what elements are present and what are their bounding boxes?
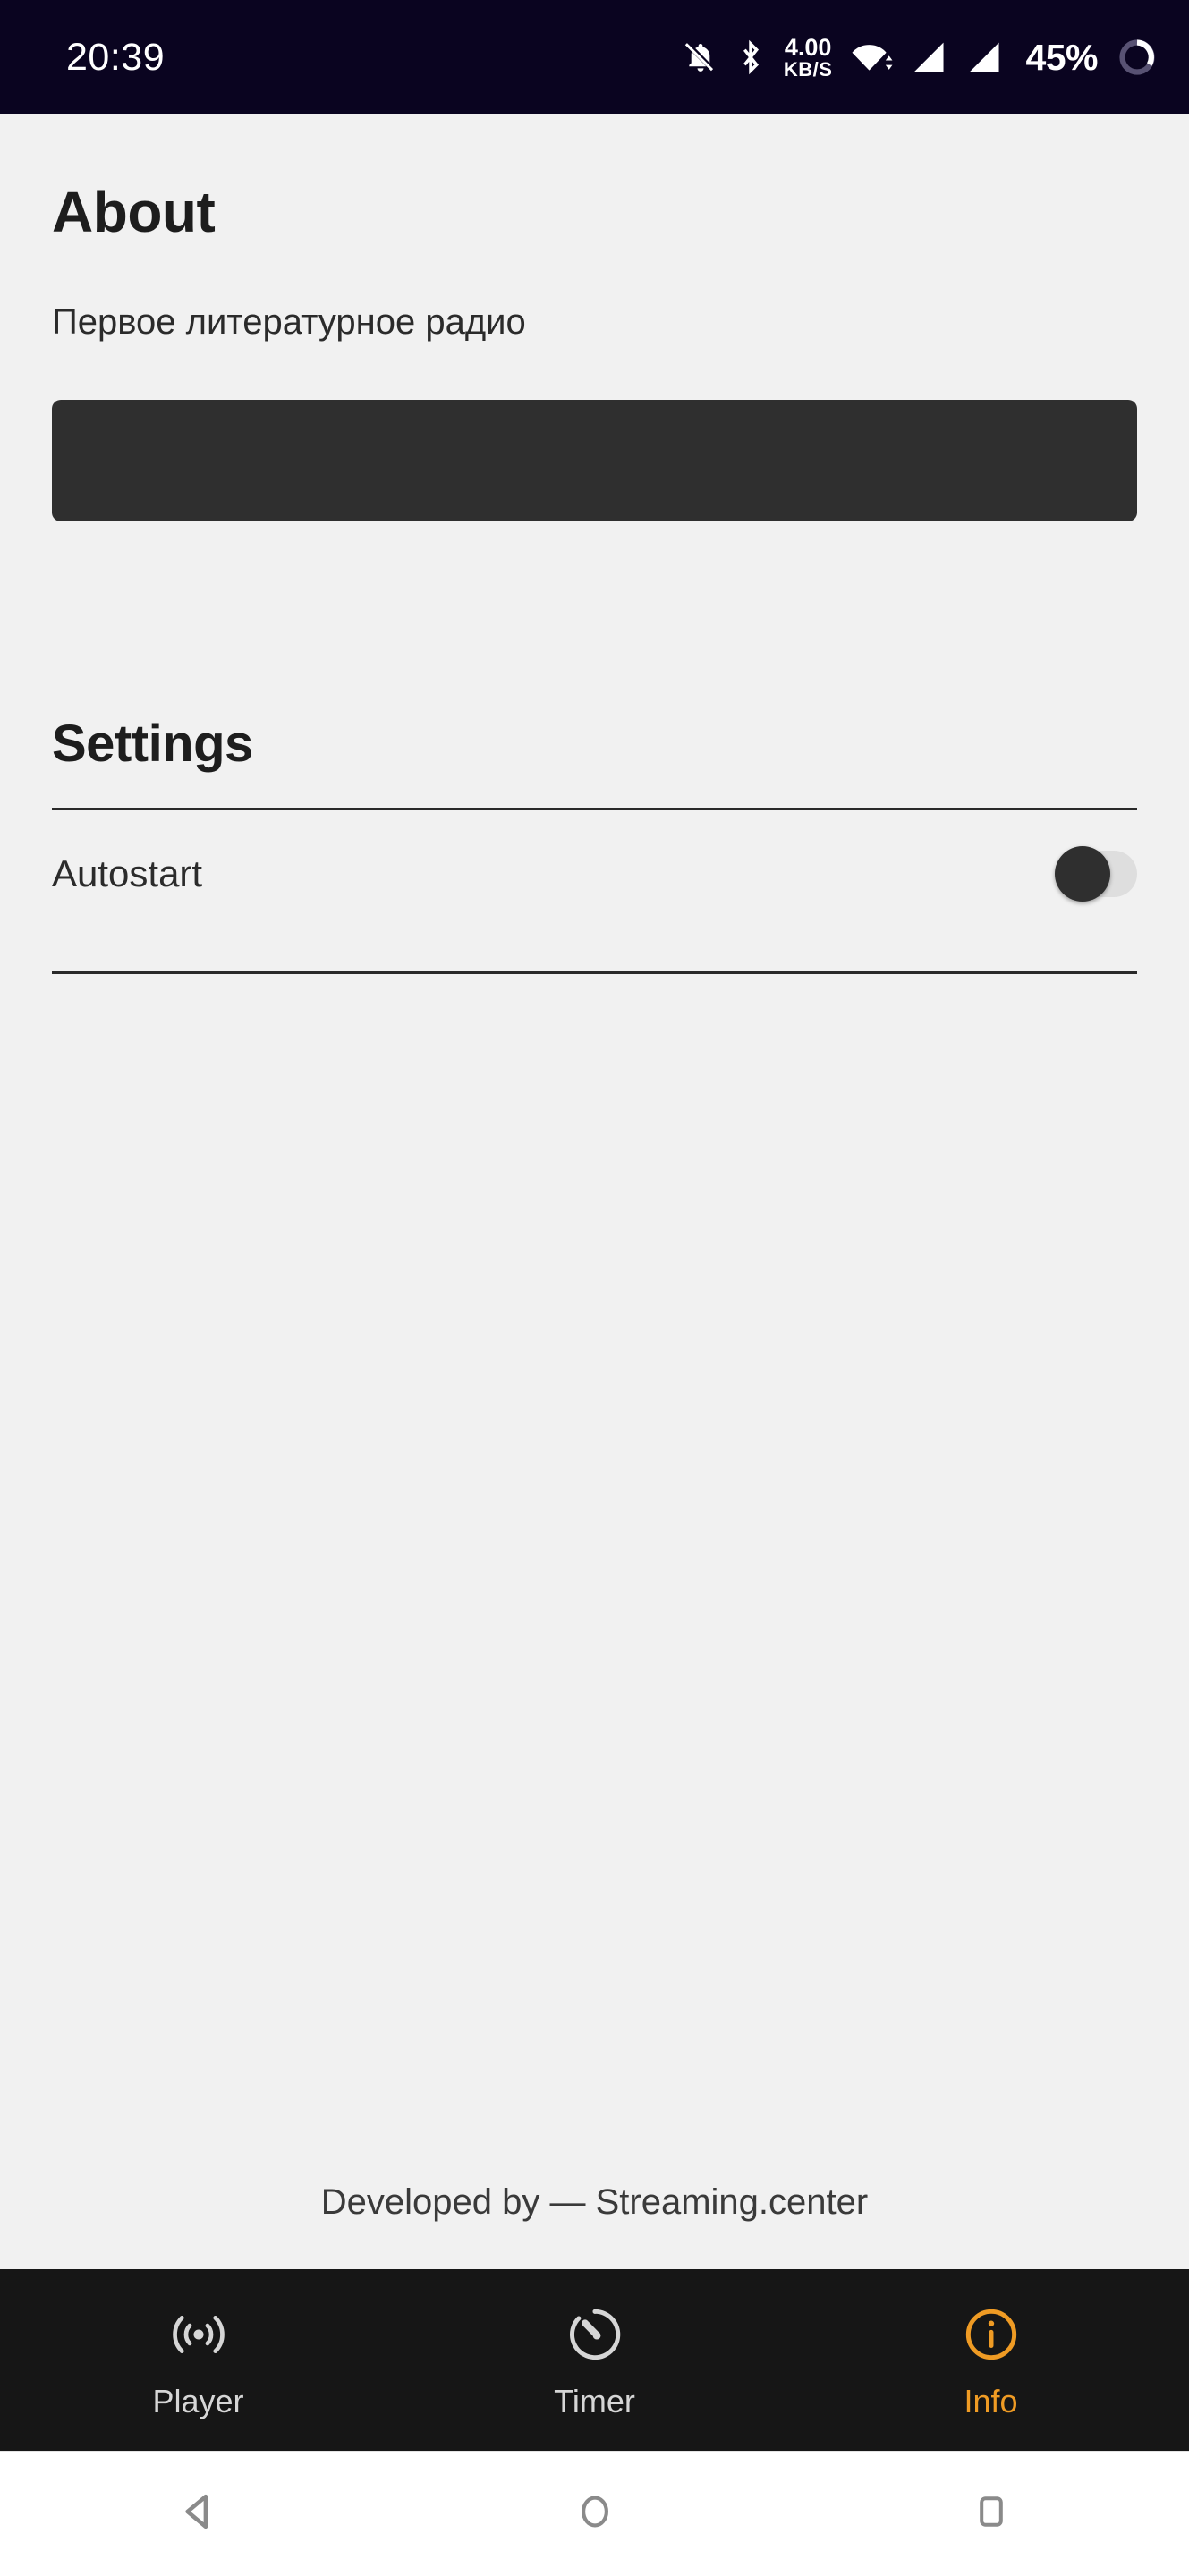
status-icons-group: 4.00 KB/S 45% [684,33,1157,80]
settings-heading: Settings [52,715,253,773]
about-description: Первое литературное радио [52,302,526,342]
home-circle-icon [573,2489,617,2538]
status-clock: 20:39 [66,35,166,79]
android-navigation-bar [0,2451,1189,2576]
setting-row-autostart[interactable]: Autostart [52,810,1137,937]
signal-sim2-icon [968,40,1004,74]
network-speed-value: 4.00 [784,33,832,61]
bluetooth-icon [737,39,764,75]
main-content: About Первое литературное радио Settings… [0,114,1189,2269]
bottom-tab-bar: Player Timer Info [0,2269,1189,2451]
network-speed-icon: 4.00 KB/S [783,33,833,80]
timer-icon [564,2301,626,2368]
tab-label-info: Info [964,2382,1018,2419]
developer-credit: Developed by — Streaming.center [320,2182,869,2222]
settings-divider-bottom [52,971,1137,974]
network-speed-unit: KB/S [783,57,833,80]
tab-info[interactable]: Info [793,2301,1189,2420]
recents-square-icon [970,2490,1013,2538]
autostart-toggle-thumb [1055,846,1110,902]
radio-broadcast-icon [167,2301,230,2368]
home-button[interactable] [396,2489,793,2538]
about-heading: About [52,180,216,244]
tab-timer[interactable]: Timer [396,2301,793,2420]
status-bar: 20:39 4.00 KB/S 45% [0,0,1189,114]
autostart-toggle[interactable] [1055,846,1137,902]
back-triangle-icon [174,2487,223,2540]
back-button[interactable] [0,2487,396,2540]
tab-player[interactable]: Player [0,2301,396,2420]
app-screen: 20:39 4.00 KB/S 45% About Первое литерат… [0,0,1189,2576]
notifications-off-icon [684,40,718,74]
wifi-icon [852,40,893,74]
signal-sim1-icon [913,40,948,74]
battery-ring-icon [1117,38,1157,77]
tab-label-timer: Timer [554,2382,635,2419]
about-banner-panel[interactable] [52,400,1137,521]
battery-percent-label: 45% [1025,36,1098,78]
info-circle-icon [960,2301,1023,2368]
recents-button[interactable] [793,2490,1189,2538]
tab-label-player: Player [152,2382,244,2419]
setting-label-autostart: Autostart [52,852,203,894]
